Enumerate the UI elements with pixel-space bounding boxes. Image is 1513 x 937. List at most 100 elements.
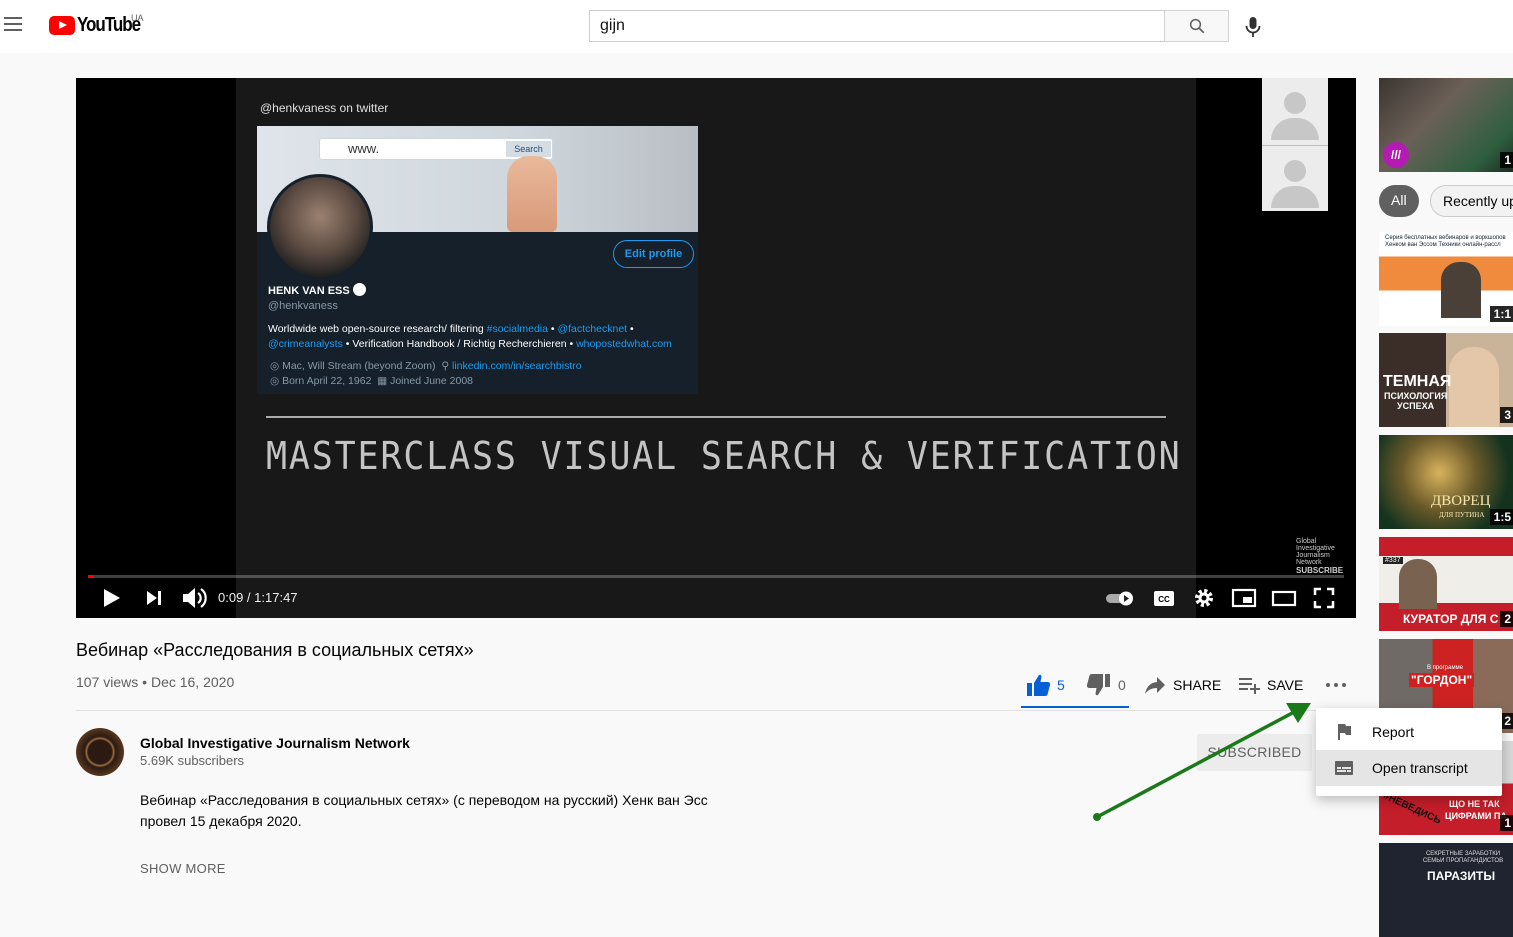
watermark-subscribe: SUBSCRIBE [1296,566,1344,575]
channel-watermark[interactable]: Global Investigative Journalism Network … [1296,538,1343,575]
channel-avatar[interactable] [76,728,124,776]
webcam-tiles [1262,78,1328,211]
banner-search-button: Search [506,141,551,157]
sentiment-bar [1021,706,1129,708]
play-icon[interactable] [100,584,124,612]
related-thumbnail[interactable]: СЕКРЕТНЫЕ ЗАРАБОТКИ СЕМЬИ ПРОПАГАНДИСТОВ… [1379,843,1513,937]
thumbnail-duration: 1:1 [1489,306,1513,322]
related-thumbnail[interactable]: ТЕМНАЯ ПСИХОЛОГИЯ УСПЕХА 3 [1379,333,1513,427]
description-line: Вебинар «Расследования в социальных сетя… [140,792,708,808]
show-more-button[interactable]: SHOW MORE [140,861,226,876]
profile-avatar [267,174,373,280]
current-time: 0:09 [218,590,244,605]
transcript-icon [1335,761,1353,775]
theater-mode-icon[interactable] [1270,584,1298,612]
bio-text: Worldwide web open-source research/ filt… [268,323,487,335]
search-icon [1189,18,1205,34]
participant-tile [1262,145,1328,211]
save-label: SAVE [1267,677,1304,693]
divider [76,710,1356,711]
bio-mention: @crimeanalysts [268,338,343,350]
slide-handle: @henkvaness on twitter [260,101,389,115]
chip-recently-uploaded[interactable]: Recently up [1430,185,1513,217]
dislike-button[interactable]: 0 [1085,673,1126,697]
save-button[interactable]: SAVE [1237,673,1303,697]
thumbnail-photo [1399,559,1437,609]
menu-icon[interactable] [4,17,22,31]
calendar-icon: ▦ [377,375,391,387]
microphone-icon[interactable] [1244,16,1262,38]
bio-text: • Verification Handbook / Richtig Recher… [342,338,577,350]
related-thumbnail[interactable]: Серия бесплатных вебинаров и воркшопов Х… [1379,232,1513,326]
profile-username: @henkvaness [268,300,338,312]
profile-website: linkedin.com/in/searchbistro [452,360,582,372]
profile-location: Mac, Will Stream (beyond Zoom) [282,360,436,372]
menu-item-label: Open transcript [1372,760,1468,776]
chip-all[interactable]: All [1379,185,1419,217]
duration: 1:17:47 [254,590,298,605]
settings-gear-icon[interactable] [1192,584,1216,612]
captions-icon[interactable]: CC [1152,584,1176,612]
channel-name[interactable]: Global Investigative Journalism Network [140,735,410,751]
time-separator: / [243,590,255,605]
next-icon[interactable] [142,584,166,612]
thumbnail-duration: 2 [1500,611,1513,627]
subscribed-button[interactable]: SUBSCRIBED [1197,734,1312,771]
time-display: 0:09 / 1:17:47 [218,590,298,605]
location-icon: ◎ [270,360,283,372]
thumbnail-text: ПАРАЗИТЫ [1427,869,1496,883]
participant-tile [1262,78,1328,144]
like-count: 5 [1057,677,1065,693]
person-icon [1284,160,1306,182]
menu-item-label: Report [1372,724,1415,740]
thumbnail-text: СЕКРЕТНЫЕ ЗАРАБОТКИ СЕМЬИ ПРОПАГАНДИСТОВ [1422,851,1504,864]
thumbs-up-icon [1027,674,1051,696]
menu-item-report[interactable]: Report [1316,714,1502,750]
publish-date: Dec 16, 2020 [150,674,235,690]
banner-search-text: www. [348,141,380,156]
thumbnail-duration: 1 [1500,152,1513,168]
channel-logo-icon: /// [1383,142,1409,168]
thumbnail-text: ТЕМНАЯ [1383,373,1452,390]
autoplay-toggle[interactable] [1104,584,1136,612]
thumbnail-text: ЦИФРАМИ ПА [1445,811,1507,821]
thumbnail-text: ПСИХОЛОГИЯ [1384,391,1448,401]
person-icon [1284,92,1306,114]
search-button[interactable] [1164,10,1229,42]
more-actions-button[interactable] [1324,673,1348,697]
thumbnail-photo [1441,262,1481,318]
related-thumbnail[interactable]: ДВОРЕЦ ДЛЯ ПУТИНА 1:5 [1379,435,1513,529]
thumbnail-duration: 2 [1500,713,1513,729]
profile-meta: ◎ Mac, Will Stream (beyond Zoom) ⚲ linke… [270,359,582,389]
subscriber-count: 5.69K subscribers [140,753,245,768]
like-button[interactable]: 5 [1026,673,1065,697]
svg-text:CC: CC [1158,595,1170,604]
watermark-line1: Global Investigative [1296,538,1335,552]
volume-icon[interactable] [180,584,208,612]
bio-mention: @factchecknet [557,323,628,335]
share-button[interactable]: SHARE [1143,673,1221,697]
thumbnail-text: В программе [1427,665,1464,671]
related-thumbnail[interactable]: #337 КУРАТОР ДЛЯ С 2 [1379,537,1513,631]
share-icon [1145,677,1165,694]
thumbnail-photo [1449,347,1499,427]
banner-search-bar: www. Search [319,138,553,160]
search-input[interactable]: gijn [589,10,1165,42]
flag-icon [1338,724,1351,740]
edit-profile-button: Edit profile [613,240,694,268]
progress-bar[interactable] [88,575,1344,578]
thumbnail-duration: 1:5 [1489,509,1513,525]
menu-item-open-transcript[interactable]: Open transcript [1316,750,1502,786]
youtube-logo[interactable]: YouTube UA [49,13,151,36]
bio-link: whopostedwhat.com [576,338,672,350]
dislike-count: 0 [1118,677,1126,693]
masthead: YouTube UA gijn [0,0,1513,53]
miniplayer-icon[interactable] [1231,584,1257,612]
profile-birthday: Born April 22, 1962 [282,375,372,387]
thumbnail-text: ДЛЯ ПУТИНА [1439,511,1485,519]
video-player[interactable]: @henkvaness on twitter www. Search Edit … [76,78,1356,618]
related-thumbnail[interactable]: /// 1 [1379,78,1513,172]
playlist-add-icon [1239,678,1260,694]
more-horizontal-icon [1326,683,1346,687]
fullscreen-icon[interactable] [1312,584,1336,612]
